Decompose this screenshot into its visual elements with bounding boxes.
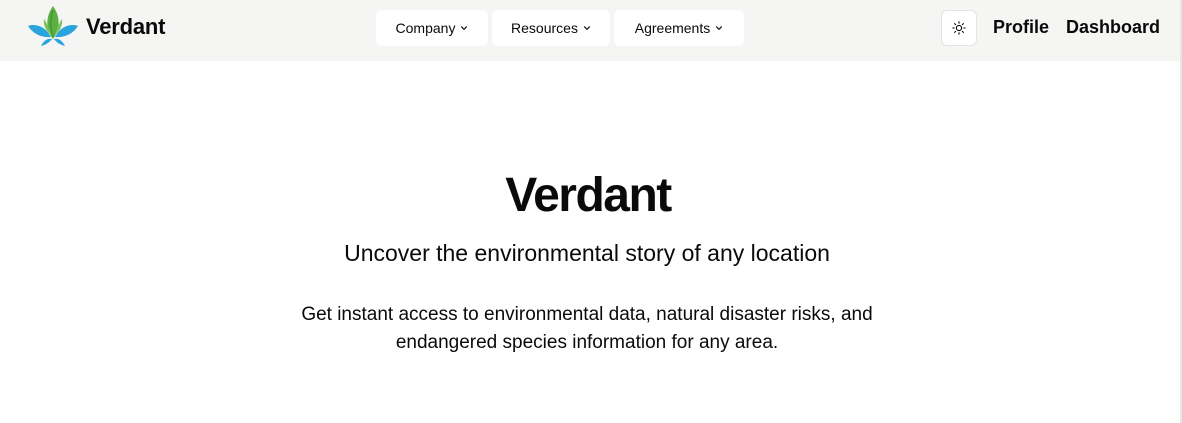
company-menu-label: Company xyxy=(395,20,456,36)
chevron-down-icon xyxy=(583,26,591,30)
profile-link[interactable]: Profile xyxy=(993,17,1049,38)
company-menu-button[interactable]: Company xyxy=(376,10,488,46)
agreements-menu-label: Agreements xyxy=(634,20,711,36)
hero-title: Verdant xyxy=(505,169,672,222)
sun-icon xyxy=(952,21,966,35)
resources-menu-label: Resources xyxy=(511,20,578,36)
hero-description: Get instant access to environmental data… xyxy=(301,304,873,353)
verdant-logo-icon xyxy=(28,6,78,46)
chevron-down-icon xyxy=(461,26,468,30)
resources-menu-button[interactable]: Resources xyxy=(492,10,610,46)
hero-subtitle: Uncover the environmental story of any l… xyxy=(344,240,830,266)
chevron-down-icon xyxy=(716,26,723,30)
brand-name: Verdant xyxy=(86,14,166,39)
agreements-menu-button[interactable]: Agreements xyxy=(614,10,744,46)
theme-toggle-button[interactable] xyxy=(941,10,977,46)
main-nav-menu: Company Resources Agreements xyxy=(376,10,744,46)
top-navbar: Verdant Company Resources Agreements Pro… xyxy=(0,0,1182,61)
brand-home-link[interactable]: Verdant xyxy=(27,3,165,51)
dashboard-link[interactable]: Dashboard xyxy=(1066,17,1160,38)
